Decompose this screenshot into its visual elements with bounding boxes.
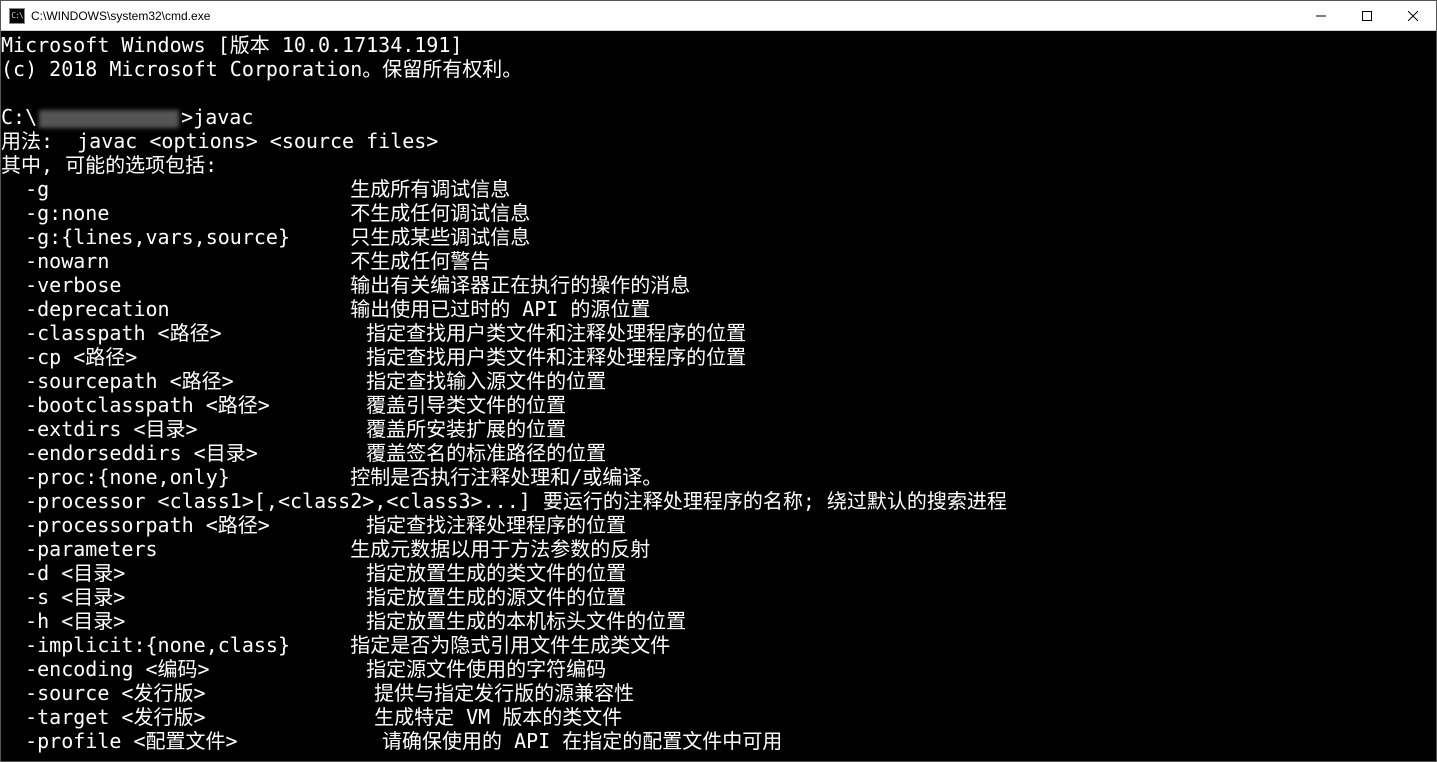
copyright-line: (c) 2018 Microsoft Corporation。保留所有权利。 [1,57,522,81]
options-list: -g 生成所有调试信息 -g:none 不生成任何调试信息 -g:{lines,… [1,177,1436,753]
redacted-path [39,110,179,128]
maximize-button[interactable] [1344,1,1390,30]
cmd-icon: C:\ [9,8,25,24]
maximize-icon [1362,11,1372,21]
usage-line: 用法: javac <options> <source files> [1,129,438,153]
titlebar[interactable]: C:\ C:\WINDOWS\system32\cmd.exe [1,1,1436,31]
minimize-icon [1316,11,1326,21]
version-line: Microsoft Windows [版本 10.0.17134.191] [1,33,462,57]
close-icon [1408,11,1418,21]
window-controls [1298,1,1436,30]
minimize-button[interactable] [1298,1,1344,30]
prompt-command: >javac [181,105,253,129]
options-intro: 其中, 可能的选项包括: [1,153,217,177]
close-button[interactable] [1390,1,1436,30]
terminal-output[interactable]: Microsoft Windows [版本 10.0.17134.191] (c… [1,31,1436,761]
window-title: C:\WINDOWS\system32\cmd.exe [31,9,1298,23]
prompt-prefix: C:\ [1,105,37,129]
cmd-window: C:\ C:\WINDOWS\system32\cmd.exe Microsof… [0,0,1437,762]
